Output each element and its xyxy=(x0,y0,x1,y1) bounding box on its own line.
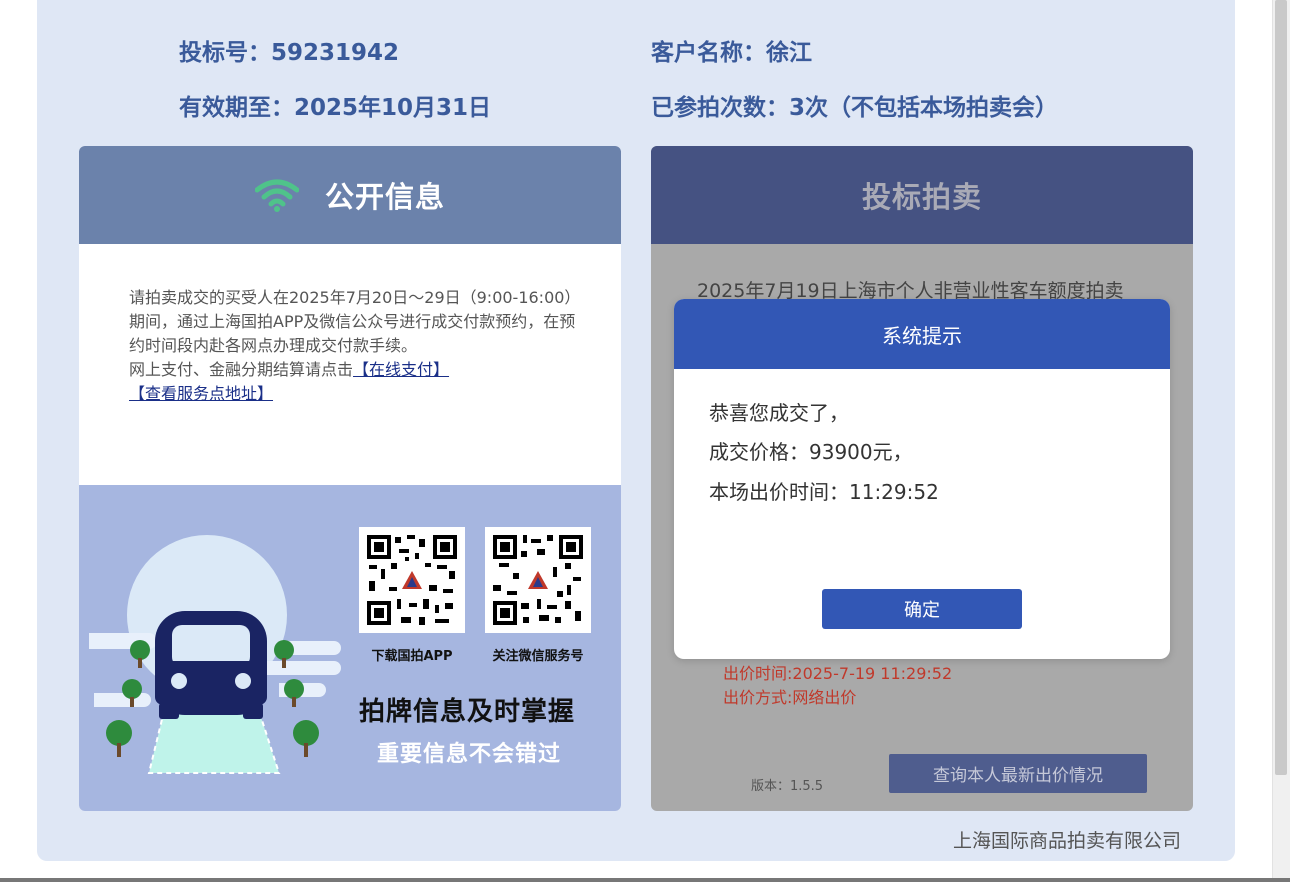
promo-line1: 拍牌信息及时掌握 xyxy=(359,697,576,727)
payment-prefix: 网上支付、金融分期结算请点击 xyxy=(129,360,354,379)
participation-count: 已参拍次数：3次（不包括本场拍卖会） xyxy=(651,95,1059,121)
congrats-text: 恭喜您成交了， xyxy=(709,401,849,425)
payment-notice: 请拍卖成交的买受人在2025年7月20日～29日（9:00-16:00）期间，通… xyxy=(129,286,579,406)
auction-title: 投标拍卖 xyxy=(861,180,982,214)
customer-name: 客户名称：徐江 xyxy=(651,40,812,66)
qr-wechat-label: 关注微信服务号 xyxy=(492,649,584,664)
bid-time-in-session: 本场出价时间：11:29:52 xyxy=(709,480,939,504)
version-label: 版本：1.5.5 xyxy=(751,779,824,794)
public-info-header: 公开信息 xyxy=(79,146,621,244)
confirm-button[interactable]: 确定 xyxy=(822,589,1022,629)
scrollbar-thumb[interactable] xyxy=(1275,0,1287,775)
bid-method: 出价方式:网络出价 xyxy=(723,688,857,707)
notice-text: 请拍卖成交的买受人在2025年7月20日～29日（9:00-16:00）期间，通… xyxy=(129,288,576,355)
company-name: 上海国际商品拍卖有限公司 xyxy=(953,830,1182,852)
public-info-title: 公开信息 xyxy=(324,180,445,214)
window-bottom-edge xyxy=(0,878,1290,882)
payment-line: 网上支付、金融分期结算请点击【在线支付】 xyxy=(129,358,579,382)
valid-until: 有效期至：2025年10月31日 xyxy=(179,95,492,121)
qr-code-app xyxy=(359,527,465,633)
bid-time: 出价时间:2025-7-19 11:29:52 xyxy=(723,664,953,683)
online-payment-link[interactable]: 【在线支付】 xyxy=(353,360,449,379)
auction-header: 投标拍卖 xyxy=(651,146,1193,244)
system-prompt-dialog: 系统提示 恭喜您成交了， 成交价格：93900元， 本场出价时间：11:29:5… xyxy=(674,299,1170,659)
qr-code-wechat xyxy=(485,527,591,633)
promo-banner: 下载国拍APP 关注微信服务号 拍牌信息及时掌握 重要信息不会错过 xyxy=(79,485,621,811)
public-info-card: 公开信息 请拍卖成交的买受人在2025年7月20日～29日（9:00-16:00… xyxy=(79,146,621,811)
wifi-icon xyxy=(254,179,299,212)
service-address-link[interactable]: 【查看服务点地址】 xyxy=(129,384,273,403)
promo-line2: 重要信息不会错过 xyxy=(377,742,562,767)
bid-number: 投标号：59231942 xyxy=(179,40,400,66)
car-illustration xyxy=(89,535,341,774)
qr-app-label: 下载国拍APP xyxy=(371,649,453,664)
dialog-title: 系统提示 xyxy=(674,299,1170,369)
deal-price: 成交价格：93900元， xyxy=(709,440,913,464)
query-latest-bid-button[interactable]: 查询本人最新出价情况 xyxy=(889,754,1147,793)
